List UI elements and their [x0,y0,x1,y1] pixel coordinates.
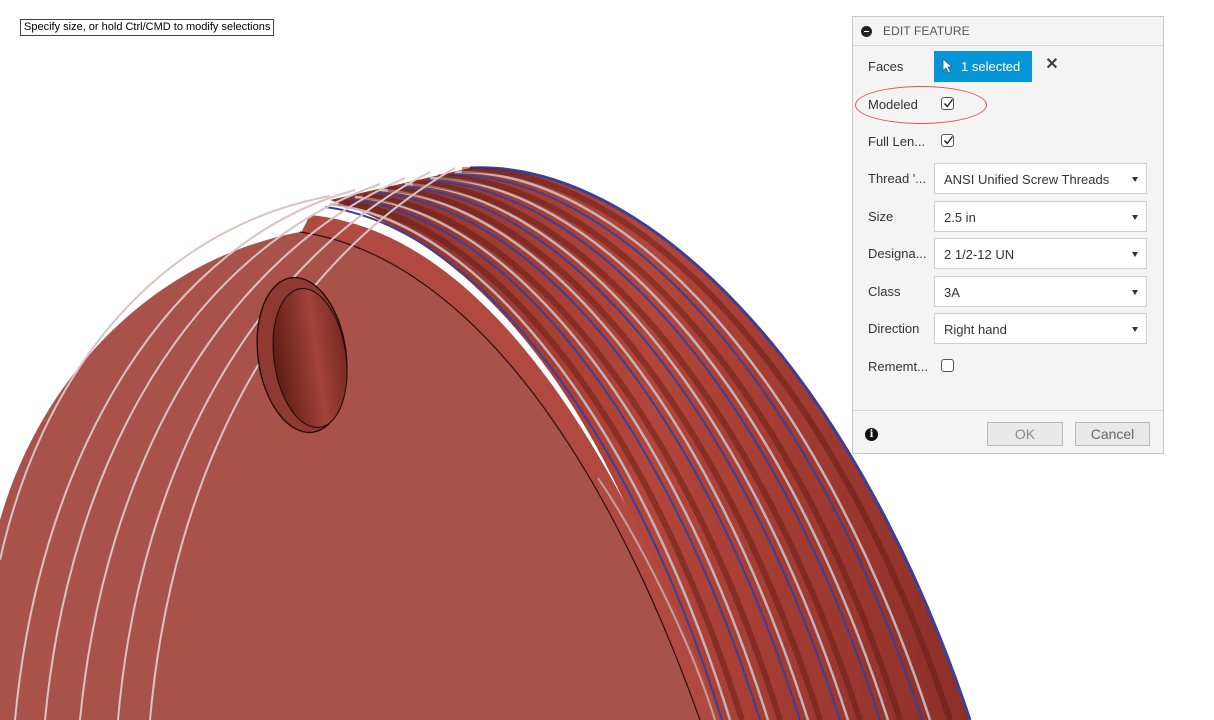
ok-button[interactable]: OK [987,422,1063,446]
checkmark-icon [943,136,954,145]
remember-label: Rememt... [868,359,928,374]
direction-select[interactable]: Right hand [934,313,1147,344]
edit-feature-panel: EDIT FEATURE Faces 1 selected ✕ Modeled … [852,16,1164,454]
class-value: 3A [944,285,960,300]
faces-row: Faces 1 selected ✕ [853,51,1163,83]
chevron-down-icon [1132,327,1138,332]
direction-row: Direction Right hand [853,313,1163,345]
chevron-down-icon [1132,252,1138,257]
cancel-button[interactable]: Cancel [1075,422,1150,446]
clear-selection-icon[interactable]: ✕ [1045,57,1059,73]
designation-row: Designa... 2 1/2-12 UN [853,238,1163,270]
class-select[interactable]: 3A [934,276,1147,307]
size-label: Size [868,209,894,224]
thread-type-value: ANSI Unified Screw Threads [944,172,1110,187]
remember-checkbox[interactable] [941,359,954,372]
designation-select[interactable]: 2 1/2-12 UN [934,238,1147,269]
remember-row: Rememt... [853,351,1163,383]
faces-selection-button[interactable]: 1 selected [934,51,1032,82]
direction-value: Right hand [944,322,1007,337]
thread-type-row: Thread '... ANSI Unified Screw Threads [853,163,1163,195]
designation-label: Designa... [868,246,927,261]
full-length-checkbox[interactable] [941,134,954,147]
thread-type-select[interactable]: ANSI Unified Screw Threads [934,163,1147,194]
modeled-checkbox[interactable] [941,97,954,110]
designation-value: 2 1/2-12 UN [944,247,1015,262]
faces-selection-count: 1 selected [961,59,1021,74]
class-row: Class 3A [853,276,1163,308]
status-hint: Specify size, or hold Ctrl/CMD to modify… [20,19,275,36]
chevron-down-icon [1132,177,1138,182]
panel-header[interactable]: EDIT FEATURE [853,17,1163,46]
modeled-label: Modeled [868,97,918,112]
full-length-row: Full Len... [853,126,1163,158]
chevron-down-icon [1132,215,1138,220]
direction-label: Direction [868,321,920,336]
size-value: 2.5 in [944,210,976,225]
panel-title: EDIT FEATURE [883,24,970,38]
class-label: Class [868,284,901,299]
collapse-icon[interactable] [861,26,872,37]
cursor-arrow-icon [942,58,954,74]
size-row: Size 2.5 in [853,201,1163,233]
faces-label: Faces [868,59,904,74]
modeled-row: Modeled [853,89,1163,121]
info-icon[interactable]: i [865,428,878,441]
checkmark-icon [943,99,954,108]
full-length-label: Full Len... [868,134,926,149]
size-select[interactable]: 2.5 in [934,201,1147,232]
chevron-down-icon [1132,290,1138,295]
thread-type-label: Thread '... [868,171,927,186]
panel-footer: i OK Cancel [853,410,1163,455]
